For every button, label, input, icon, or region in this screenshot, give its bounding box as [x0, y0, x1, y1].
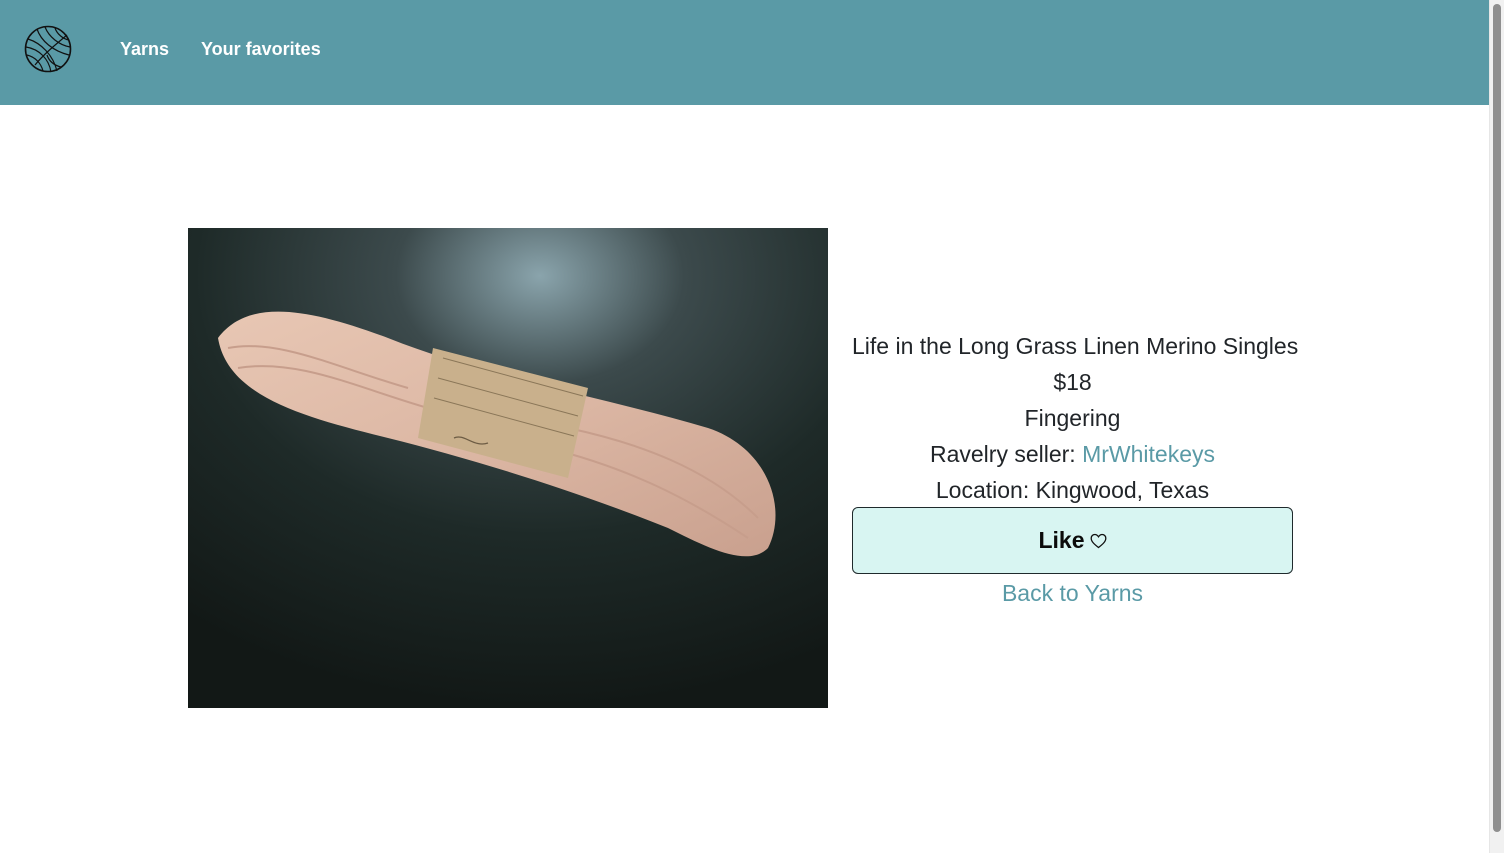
like-button-label: Like [1038, 527, 1085, 553]
seller-label: Ravelry seller: [929, 441, 1083, 467]
product-title: Life in the Long Grass Linen Merino Sing… [852, 333, 1299, 359]
back-to-yarns-link[interactable]: Back to Yarns [852, 575, 1293, 611]
top-navbar: Yarns Your favorites [0, 0, 1489, 105]
seller-line: Ravelry seller: MrWhitekeys [852, 436, 1293, 472]
product-weight: Fingering [1024, 405, 1121, 431]
nav-link-yarns[interactable]: Yarns [120, 39, 169, 60]
seller-link[interactable]: MrWhitekeys [1082, 441, 1215, 467]
yarn-ball-logo-icon[interactable] [23, 25, 73, 73]
like-button[interactable]: Like [852, 507, 1293, 574]
product-location: Location: Kingwood, Texas [935, 477, 1210, 503]
page: Yarns Your favorites Life in the Long Gr… [0, 0, 1504, 853]
product-details: Life in the Long Grass Linen Merino Sing… [852, 328, 1299, 508]
heart-outline-icon [1090, 533, 1107, 549]
scrollbar-thumb[interactable] [1493, 4, 1501, 832]
vertical-scrollbar[interactable] [1489, 0, 1504, 853]
nav-link-your-favorites[interactable]: Your favorites [201, 39, 321, 60]
product-price: $18 [1053, 369, 1092, 395]
yarn-photo [188, 228, 828, 708]
